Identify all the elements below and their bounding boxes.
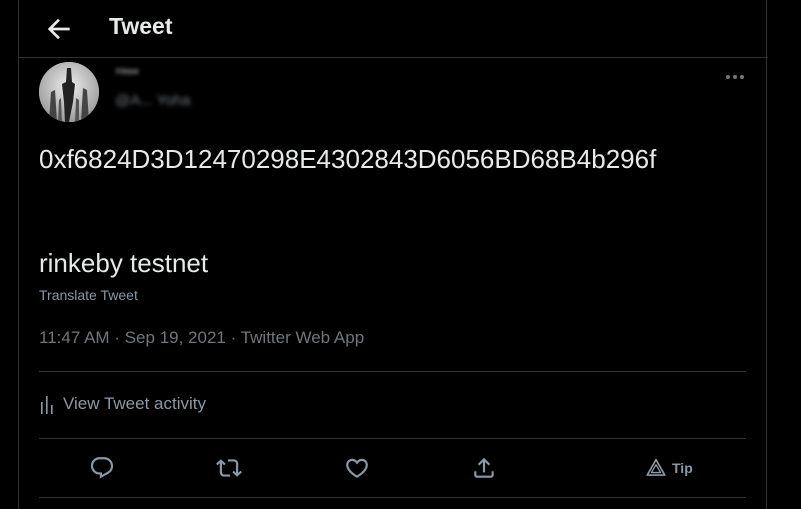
like-button[interactable]	[344, 448, 370, 488]
heart-icon	[346, 458, 368, 478]
avatar[interactable]	[39, 62, 99, 122]
tweet-meta: 11:47 AM · Sep 19, 2021 · Twitter Web Ap…	[39, 328, 364, 348]
activity-label: View Tweet activity	[63, 394, 206, 413]
translate-tweet-link[interactable]: Translate Tweet	[39, 287, 138, 303]
share-button[interactable]	[471, 448, 497, 488]
divider	[39, 497, 746, 498]
author-display-name[interactable]: ᐪᐡᐢᐤ	[115, 66, 139, 84]
tweet-time[interactable]: 11:47 AM	[39, 328, 110, 347]
reply-button[interactable]	[89, 448, 115, 488]
more-icon	[726, 75, 744, 79]
meta-separator: ·	[114, 328, 120, 347]
tweet-column: Tweet ᐪᐡᐢᐤ @A... Yoha 0xf6824D3D12470298…	[18, 0, 768, 509]
page-title: Tweet	[109, 13, 173, 39]
meta-separator: ·	[230, 328, 237, 347]
tweet-date[interactable]: Sep 19, 2021	[125, 328, 226, 347]
tweet-text: 0xf6824D3D12470298E4302843D6056BD68B4b29…	[39, 144, 657, 174]
tip-button[interactable]: Tip	[646, 448, 693, 488]
tweet-text-line: rinkeby testnet	[39, 248, 209, 278]
share-icon	[474, 457, 494, 478]
action-bar: Tip	[19, 448, 768, 488]
view-tweet-activity-link[interactable]: View Tweet activity	[39, 394, 206, 414]
arrow-left-icon	[47, 18, 70, 40]
retweet-icon	[216, 459, 242, 477]
retweet-button[interactable]	[216, 448, 242, 488]
reply-icon	[90, 457, 114, 479]
tip-label: Tip	[672, 460, 693, 476]
back-button[interactable]	[43, 13, 75, 45]
bar-chart-icon	[41, 396, 53, 414]
tip-icon	[646, 458, 666, 476]
more-options-button[interactable]	[719, 66, 751, 88]
divider	[39, 438, 746, 439]
header: Tweet	[19, 0, 768, 58]
divider	[39, 371, 746, 372]
tweet-source-link[interactable]: Twitter Web App	[241, 328, 364, 347]
author-handle[interactable]: @A... Yoha	[115, 92, 190, 109]
avatar-image	[39, 62, 99, 122]
